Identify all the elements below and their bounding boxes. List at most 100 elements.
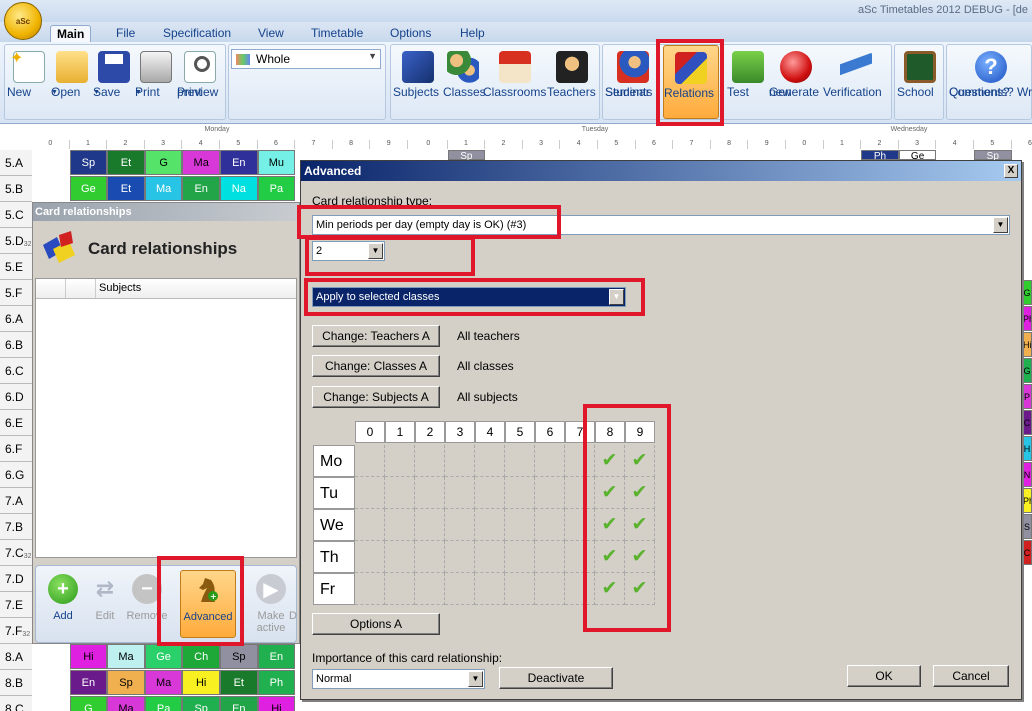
lesson-card[interactable]: Ma [107,644,145,669]
period-cell[interactable] [475,573,505,605]
generate-new-button[interactable]: Generate new [769,45,823,119]
class-row-label[interactable]: 6.G [0,462,32,488]
period-cell[interactable] [415,573,445,605]
day-row-th[interactable]: Th [313,541,355,573]
period-cell[interactable] [535,509,565,541]
period-cell[interactable] [385,509,415,541]
period-column-4[interactable]: 4 [475,421,505,443]
period-cell[interactable] [445,477,475,509]
lesson-card[interactable]: S [1022,514,1032,539]
tab-main[interactable]: Main [50,25,92,43]
period-cell[interactable] [385,573,415,605]
deactivate-button[interactable]: Deactivate [499,667,613,689]
period-cell[interactable]: ✔ [595,509,625,541]
class-row-label[interactable]: 7.D [0,566,32,592]
lesson-card[interactable]: Ph [257,670,296,695]
period-cell[interactable]: ✔ [625,445,655,477]
tab-specification[interactable]: Specification [157,25,237,43]
period-cell[interactable] [475,509,505,541]
teachers-button[interactable]: Teachers [547,45,597,119]
period-column-3[interactable]: 3 [445,421,475,443]
tab-view[interactable]: View [252,25,290,43]
class-row-label[interactable]: 6.C [0,358,32,384]
class-row-label[interactable]: 7.F32 [0,618,32,644]
lesson-card[interactable]: Sp [107,670,145,695]
lesson-card[interactable]: Pa [144,696,183,711]
class-row-label[interactable]: 6.D [0,384,32,410]
period-cell[interactable] [535,445,565,477]
period-cell[interactable]: ✔ [625,509,655,541]
period-cell[interactable] [505,541,535,573]
lesson-card[interactable]: Hi [182,670,220,695]
period-cell[interactable] [505,445,535,477]
period-column-8[interactable]: 8 [595,421,625,443]
class-row-label[interactable]: 5.D32 [0,228,32,254]
list-header-col-1[interactable] [36,279,66,298]
relations-button[interactable]: Relations [663,45,719,119]
view-combo[interactable]: Whole ▼ [231,49,381,69]
period-cell[interactable] [355,509,385,541]
period-cell[interactable] [565,445,595,477]
classrooms-button[interactable]: Classrooms [483,45,547,119]
class-row-label[interactable]: 6.A [0,306,32,332]
subjects-button[interactable]: Subjects [393,45,443,119]
lesson-card[interactable]: En [182,176,220,201]
period-cell[interactable] [385,541,415,573]
lesson-card[interactable]: C [1022,540,1032,565]
period-cell[interactable] [445,573,475,605]
remove-button[interactable]: − Remove [122,570,172,638]
period-cell[interactable] [385,445,415,477]
lesson-card[interactable]: Pa [257,176,296,201]
period-cell[interactable] [415,477,445,509]
period-cell[interactable]: ✔ [625,477,655,509]
lesson-card[interactable]: Mu [257,150,296,175]
class-row-label[interactable]: 5.A [0,150,32,176]
period-cell[interactable] [505,477,535,509]
lesson-card[interactable]: Ge [144,644,183,669]
change-teachers-button[interactable]: Change: Teachers A [312,325,440,347]
period-cell[interactable] [535,573,565,605]
print-preview-button[interactable]: Print preview [177,45,223,119]
lesson-card[interactable]: Sp [974,150,1012,162]
close-button[interactable]: X [1004,164,1018,178]
lesson-card[interactable]: En [220,150,258,175]
advanced-button[interactable]: + Advanced [180,570,236,638]
lesson-card[interactable]: Ge [69,176,108,201]
period-column-9[interactable]: 9 [625,421,655,443]
period-cell[interactable] [445,509,475,541]
options-button[interactable]: Options A [312,613,440,635]
period-cell[interactable]: ✔ [595,445,625,477]
help-button[interactable]: ? Questions? Comments? Wri [949,45,1032,119]
ok-button[interactable]: OK [847,665,921,687]
class-row-label[interactable]: 5.F [0,280,32,306]
period-cell[interactable]: ✔ [595,477,625,509]
change-classes-button[interactable]: Change: Classes A [312,355,440,377]
lesson-card[interactable]: C [1022,410,1032,435]
lesson-card[interactable]: Sp [69,150,108,175]
class-row-label[interactable]: 6.E [0,410,32,436]
period-cell[interactable] [475,477,505,509]
importance-select[interactable]: Normal ▼ [312,669,485,689]
lesson-card[interactable]: Sp [220,644,258,669]
period-cell[interactable] [565,477,595,509]
day-row-tu[interactable]: Tu [313,477,355,509]
open-button[interactable]: Open ▼ [51,45,93,119]
period-column-2[interactable]: 2 [415,421,445,443]
period-column-5[interactable]: 5 [505,421,535,443]
period-cell[interactable] [565,509,595,541]
class-row-label[interactable]: 7.A [0,488,32,514]
lesson-card[interactable]: Ma [144,176,183,201]
period-cell[interactable] [505,509,535,541]
cancel-button[interactable]: Cancel [933,665,1009,687]
period-cell[interactable]: ✔ [595,573,625,605]
period-cell[interactable]: ✔ [625,573,655,605]
tab-options[interactable]: Options [384,25,437,43]
lesson-card[interactable]: Ma [182,150,220,175]
tab-file[interactable]: File [110,25,141,43]
lesson-card[interactable]: P [1022,384,1032,409]
lesson-card[interactable]: En [257,644,296,669]
lesson-card[interactable]: Et [220,670,258,695]
verification-button[interactable]: Verification [823,45,889,119]
class-row-label[interactable]: 7.E [0,592,32,618]
class-row-label[interactable]: 5.B [0,176,32,202]
